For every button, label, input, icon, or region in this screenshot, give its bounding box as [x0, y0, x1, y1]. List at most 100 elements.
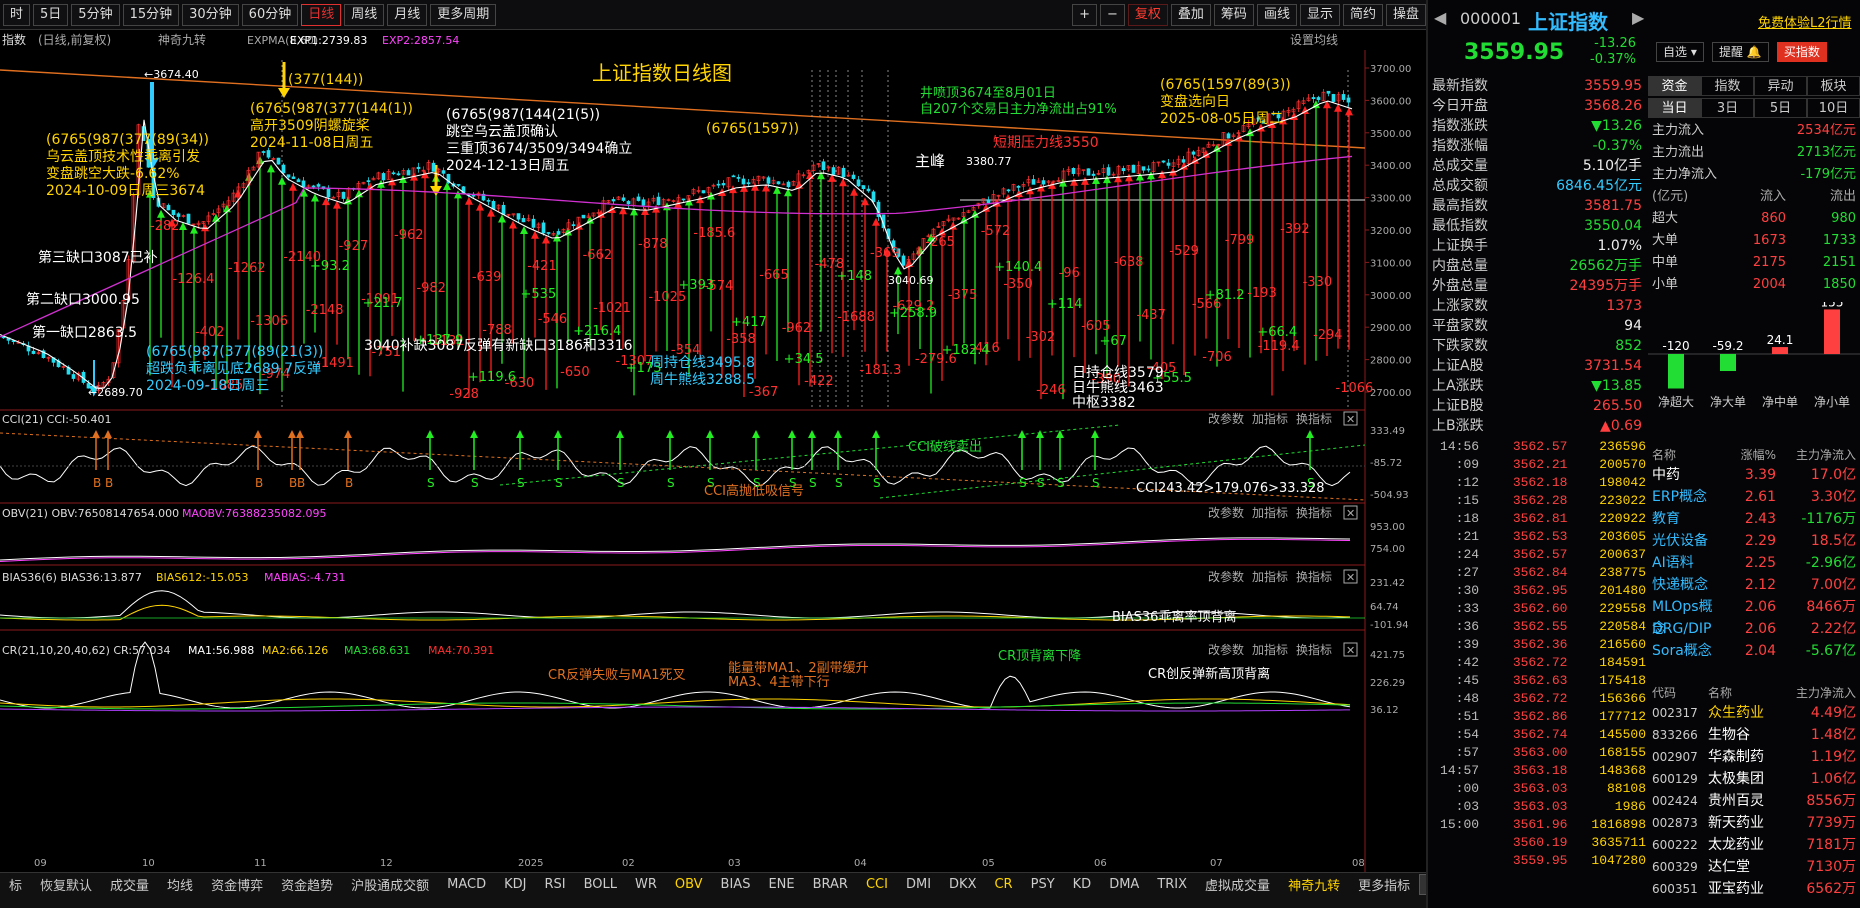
kline-chart-area[interactable]: 指数 (日线,前复权) 神奇九转 EXPMA(8,60) EXP1:2739.8… [0, 30, 1426, 884]
period-button[interactable]: 周线 [344, 3, 385, 26]
indicator-tab[interactable]: 资金趋势 [272, 875, 342, 894]
sector-row[interactable]: Sora概念 2.04 -5.67亿 [1648, 640, 1860, 662]
indicator-tab[interactable]: ENE [759, 877, 803, 892]
fund-tab[interactable]: 板块 [1807, 76, 1860, 96]
indicator-tab[interactable]: 恢复默认 [31, 875, 101, 894]
indicator-tab[interactable]: CR [985, 877, 1021, 892]
alert-button[interactable]: 提醒 🔔 [1712, 42, 1769, 62]
sector-row[interactable]: 光伏设备 2.29 18.5亿 [1648, 530, 1860, 552]
indicator-tab[interactable]: PSY [1022, 877, 1064, 892]
watchlist-button[interactable]: 自选 ▾ [1656, 42, 1704, 62]
panel-tool-button[interactable]: 改参数 [1208, 642, 1244, 657]
stock-row[interactable]: 600129 太极集团 1.06亿 [1648, 768, 1860, 790]
stock-row[interactable]: 002424 贵州百灵 8556万 [1648, 790, 1860, 812]
indicator-tab[interactable]: WR [626, 877, 666, 892]
close-panel-icon[interactable]: ✕ [1346, 413, 1355, 426]
indicator-tab[interactable]: 更多指标 [1349, 875, 1419, 894]
fund-tab[interactable]: 资金 [1648, 76, 1701, 96]
indicator-tab[interactable]: KD [1064, 877, 1101, 892]
period-button[interactable]: 时 [3, 3, 31, 26]
legend-indicator[interactable]: 神奇九转 [158, 32, 206, 47]
stock-row[interactable]: 600329 达仁堂 7130万 [1648, 856, 1860, 878]
indicator-tab[interactable]: BIAS [712, 877, 760, 892]
chart-tool-button[interactable]: 操盘 [1385, 3, 1426, 26]
period-button[interactable]: 5日 [33, 3, 69, 26]
l2-trial-link[interactable]: 免费体验L2行情 [1758, 12, 1852, 31]
stock-row[interactable]: 600351 亚宝药业 6562万 [1648, 878, 1860, 900]
date-tick: 08 [1352, 858, 1365, 869]
buy-index-button[interactable]: 买指数 [1776, 42, 1827, 62]
period-tab[interactable]: 10日 [1807, 98, 1860, 118]
panel-tool-button[interactable]: 加指标 [1252, 505, 1288, 520]
period-tab[interactable]: 3日 [1701, 98, 1754, 118]
period-tab[interactable]: 5日 [1754, 98, 1807, 118]
indicator-tab[interactable]: 虚拟成交量 [1196, 875, 1279, 894]
close-panel-icon[interactable]: ✕ [1346, 571, 1355, 584]
indicator-tab[interactable]: 标 [0, 875, 31, 894]
indicator-tab[interactable]: 神奇九转 [1279, 875, 1349, 894]
sector-row[interactable]: ERP概念 2.61 3.30亿 [1648, 486, 1860, 508]
panel-tool-button[interactable]: 换指标 [1296, 411, 1332, 426]
indicator-tab[interactable]: MACD [438, 877, 495, 892]
indicator-tab[interactable]: CCI [857, 877, 897, 892]
indicator-tab[interactable]: 成交量 [101, 875, 158, 894]
next-stock-icon[interactable]: ▶ [1632, 8, 1644, 27]
chart-tool-button[interactable]: 叠加 [1170, 3, 1211, 26]
period-button[interactable]: 60分钟 [241, 3, 299, 26]
sector-row[interactable]: 中药 3.39 17.0亿 [1648, 464, 1860, 486]
sector-row[interactable]: AI语料 2.25 -2.96亿 [1648, 552, 1860, 574]
indicator-tab[interactable]: DKX [940, 877, 985, 892]
panel-tool-button[interactable]: 换指标 [1296, 642, 1332, 657]
close-panel-icon[interactable]: ✕ [1346, 507, 1355, 520]
stock-row[interactable]: 002873 新天药业 7739万 [1648, 812, 1860, 834]
period-button[interactable]: 月线 [387, 3, 428, 26]
close-panel-icon[interactable]: ✕ [1346, 644, 1355, 657]
indicator-tab[interactable]: TRIX [1148, 877, 1196, 892]
indicator-tab[interactable]: 均线 [158, 875, 202, 894]
indicator-tab[interactable]: OBV [666, 877, 712, 892]
stock-row[interactable]: 002317 众生药业 4.49亿 [1648, 702, 1860, 724]
indicator-tab[interactable]: BRAR [804, 877, 857, 892]
period-button[interactable]: 日线 [301, 3, 342, 26]
chart-tool-button[interactable]: + [1072, 3, 1097, 26]
indicator-tab[interactable]: 沪股通成交额 [342, 875, 438, 894]
sector-row[interactable]: 教育 2.43 -1176万 [1648, 508, 1860, 530]
chart-tool-button[interactable]: 复权 [1127, 3, 1168, 26]
sector-row[interactable]: DRG/DIP 2.06 2.22亿 [1648, 618, 1860, 640]
sector-row[interactable]: MLOps概念 2.06 8466万 [1648, 596, 1860, 637]
stock-row[interactable]: 002907 华森制药 1.19亿 [1648, 746, 1860, 768]
panel-tool-button[interactable]: 改参数 [1208, 411, 1244, 426]
prev-stock-icon[interactable]: ◀ [1434, 8, 1446, 27]
panel-tool-button[interactable]: 换指标 [1296, 505, 1332, 520]
more-periods-button[interactable]: 更多周期 [430, 3, 497, 26]
panel-tool-button[interactable]: 改参数 [1208, 505, 1244, 520]
fund-tab[interactable]: 指数 [1701, 76, 1754, 96]
period-tab[interactable]: 当日 [1648, 98, 1701, 118]
panel-tool-button[interactable]: 加指标 [1252, 642, 1288, 657]
stock-row[interactable]: 600222 太龙药业 7181万 [1648, 834, 1860, 856]
indicator-tab[interactable]: RSI [535, 877, 574, 892]
chart-tool-button[interactable]: − [1099, 3, 1125, 26]
stock-row[interactable]: 833266 生物谷 1.48亿 [1648, 724, 1860, 746]
period-button[interactable]: 30分钟 [182, 3, 239, 26]
chart-tool-button[interactable]: 简约 [1342, 3, 1383, 26]
chart-tool-button[interactable]: 画线 [1256, 3, 1297, 26]
chart-tool-button[interactable]: 筹码 [1213, 3, 1254, 26]
chart-tool-button[interactable]: 显示 [1299, 3, 1340, 26]
flow-label-red: -294 [1313, 328, 1343, 343]
fund-tab[interactable]: 异动 [1754, 76, 1807, 96]
ma-settings[interactable]: 设置均线 [1290, 33, 1338, 47]
flow-label-red: -422 [804, 374, 834, 389]
period-button[interactable]: 15分钟 [122, 3, 180, 26]
indicator-tab[interactable]: KDJ [495, 877, 535, 892]
sector-row[interactable]: 快递概念 2.12 7.00亿 [1648, 574, 1860, 596]
indicator-tab[interactable]: DMI [897, 877, 940, 892]
indicator-tab[interactable]: DMA [1100, 877, 1148, 892]
panel-tool-button[interactable]: 改参数 [1208, 569, 1244, 584]
indicator-tab[interactable]: BOLL [575, 877, 626, 892]
panel-tool-button[interactable]: 加指标 [1252, 569, 1288, 584]
panel-tool-button[interactable]: 加指标 [1252, 411, 1288, 426]
period-button[interactable]: 5分钟 [71, 3, 120, 26]
panel-tool-button[interactable]: 换指标 [1296, 569, 1332, 584]
indicator-tab[interactable]: 资金博弈 [202, 875, 272, 894]
